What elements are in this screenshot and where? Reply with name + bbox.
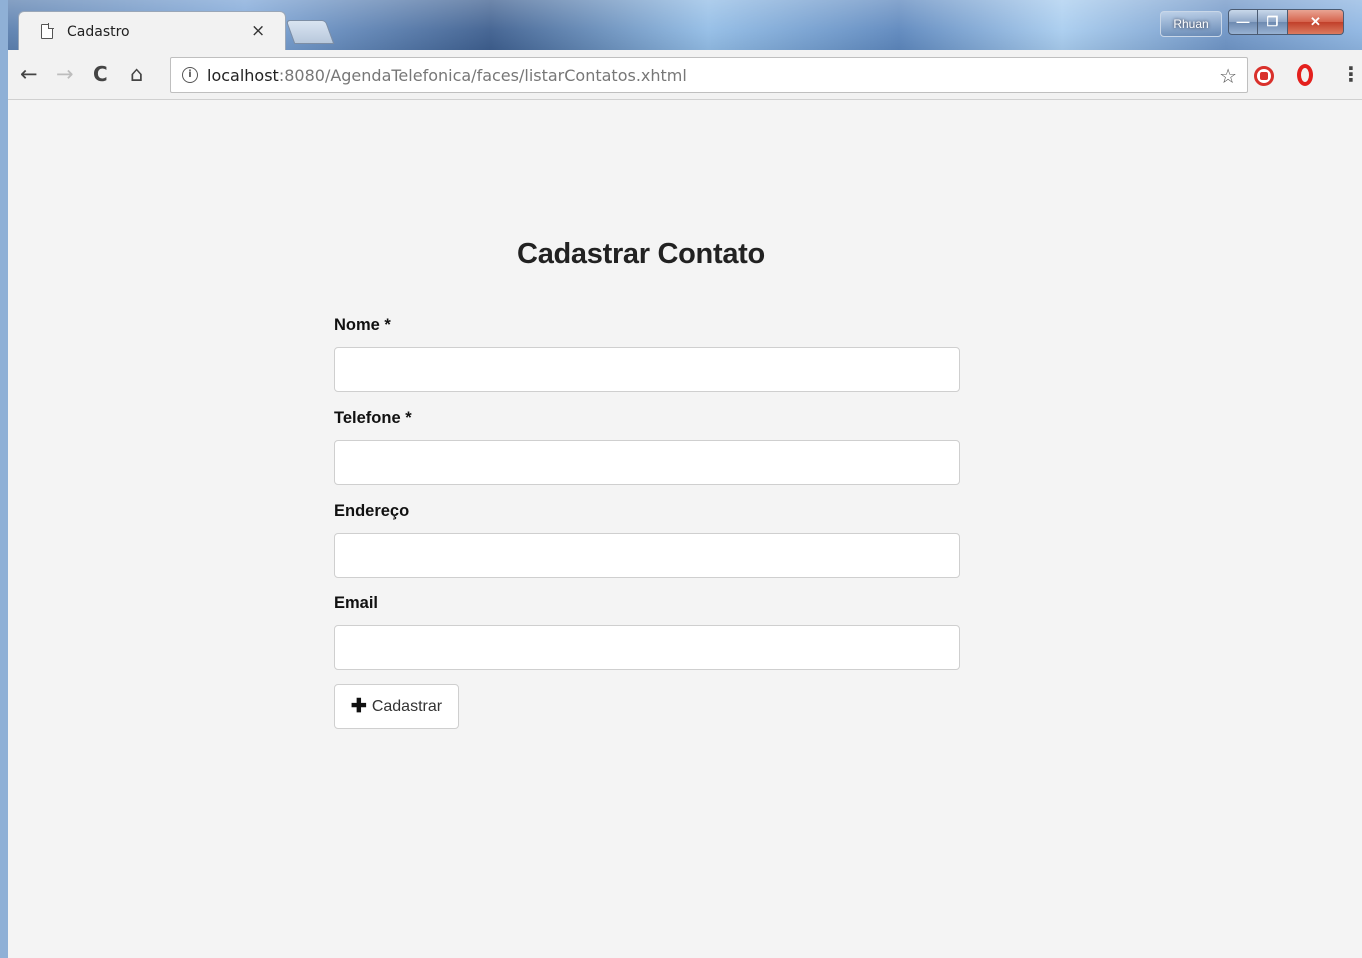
endereco-label: Endereço <box>334 502 410 520</box>
nome-input[interactable] <box>334 347 960 392</box>
forward-arrow-icon[interactable]: → <box>56 63 74 85</box>
bookmark-star-icon[interactable]: ☆ <box>1219 64 1237 88</box>
browser-tab[interactable]: Cadastro × <box>18 11 286 50</box>
info-icon[interactable]: i <box>182 67 198 83</box>
url-host: localhost <box>207 66 279 85</box>
home-icon[interactable]: ⌂ <box>130 63 143 85</box>
reload-icon[interactable]: C <box>93 63 108 85</box>
telefone-input[interactable] <box>334 440 960 485</box>
opera-extension-icon[interactable] <box>1297 64 1313 86</box>
cadastrar-button-label: Cadastrar <box>371 697 443 715</box>
restore-button[interactable]: ❐ <box>1258 9 1288 35</box>
browser-toolbar: ← → C ⌂ i localhost:8080/AgendaTelefonic… <box>8 50 1362 100</box>
telefone-label: Telefone * <box>334 409 412 427</box>
new-tab-button[interactable] <box>285 20 335 44</box>
close-window-button[interactable]: ✕ <box>1288 9 1344 35</box>
menu-icon[interactable]: ⋮ <box>1341 62 1361 86</box>
extension-icon[interactable] <box>1254 66 1274 86</box>
page-title: Cadastrar Contato <box>517 238 765 270</box>
back-arrow-icon[interactable]: ← <box>20 63 38 85</box>
url-text: localhost:8080/AgendaTelefonica/faces/li… <box>207 66 687 85</box>
address-bar[interactable]: i localhost:8080/AgendaTelefonica/faces/… <box>170 57 1248 93</box>
url-path: :8080/AgendaTelefonica/faces/listarConta… <box>278 66 687 85</box>
cadastrar-button[interactable]: ✚ Cadastrar <box>334 684 459 729</box>
plus-icon: ✚ <box>350 695 367 717</box>
profile-button[interactable]: Rhuan <box>1160 11 1222 37</box>
endereco-input[interactable] <box>334 533 960 578</box>
email-input[interactable] <box>334 625 960 670</box>
page-icon <box>41 23 54 39</box>
tab-close-icon[interactable]: × <box>251 21 265 41</box>
nome-label: Nome * <box>334 316 391 334</box>
window-frame-left <box>0 0 8 958</box>
window-controls: — ❐ ✕ <box>1228 9 1344 35</box>
minimize-button[interactable]: — <box>1228 9 1258 35</box>
tab-title: Cadastro <box>67 24 130 40</box>
email-label: Email <box>334 594 379 612</box>
